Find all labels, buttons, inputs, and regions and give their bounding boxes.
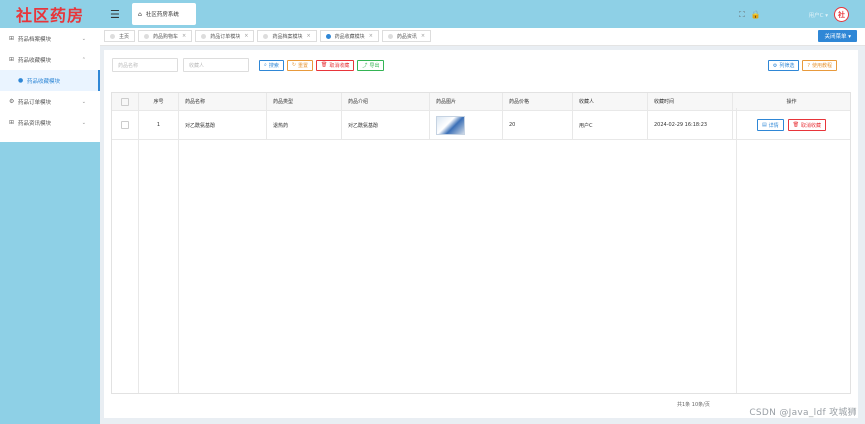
sidebar-subitem-drug-favorite[interactable]: ● 药品收藏模块 bbox=[0, 70, 100, 91]
trash-icon: 🗑 bbox=[792, 122, 800, 128]
row-checkbox[interactable] bbox=[121, 121, 129, 129]
sidebar-item-drug-archive[interactable]: ⊞ 药品档案模块 ⌄ bbox=[0, 28, 100, 49]
cell-name: 对乙酰氨基酚 bbox=[179, 111, 267, 139]
hamburger-menu-icon[interactable]: ☰ bbox=[110, 8, 120, 21]
cell-actions: ▤ 详情 🗑 取消收藏 bbox=[733, 111, 850, 139]
th-user: 收藏人 bbox=[573, 93, 648, 110]
refresh-icon: ↻ bbox=[291, 62, 297, 68]
cell-user: 用户C bbox=[573, 111, 648, 139]
favorite-user-input[interactable]: 收藏人 bbox=[183, 58, 249, 72]
th-actions: 操作 bbox=[733, 93, 850, 110]
help-icon: ? bbox=[807, 62, 810, 69]
detail-button[interactable]: ▤ 详情 bbox=[756, 119, 784, 131]
fullscreen-icon[interactable]: ⛶ bbox=[739, 10, 745, 20]
select-all-cell bbox=[112, 93, 139, 110]
sidebar-item-drug-order[interactable]: ⚙ 药品订单模块 ⌄ bbox=[0, 91, 100, 112]
cell-time: 2024-02-29 16:18:23 bbox=[648, 111, 733, 139]
select-all-checkbox[interactable] bbox=[121, 97, 129, 106]
avatar[interactable]: 社 bbox=[834, 7, 849, 22]
close-icon[interactable]: × bbox=[421, 33, 425, 39]
tab-dot-icon bbox=[144, 33, 150, 39]
cell-price: 20 bbox=[503, 111, 573, 139]
column-filter-button[interactable]: ⚙ 列筛选 bbox=[767, 60, 800, 71]
tab-news[interactable]: 药品资讯 × bbox=[381, 30, 432, 42]
tab-dot-icon bbox=[387, 33, 393, 39]
tab-dot-icon bbox=[263, 33, 269, 39]
cancel-favorite-button[interactable]: 🗑 取消收藏 bbox=[316, 59, 355, 71]
table-row: 1 对乙酰氨基酚 退热药 对乙酰氨基酚 20 用户C 2024-02-29 16… bbox=[112, 111, 850, 140]
tab-dot-icon bbox=[201, 33, 207, 39]
column-divider bbox=[138, 108, 139, 393]
th-price: 药品价格 bbox=[503, 93, 573, 110]
circle-icon: ● bbox=[18, 77, 24, 84]
sidebar-item-drug-news[interactable]: ⊞ 药品资讯模块 ⌄ bbox=[0, 112, 100, 133]
data-table: 序号 药品名称 药品类型 药品介绍 药品图片 药品价格 收藏人 收藏时间 操作 … bbox=[111, 92, 851, 394]
search-button[interactable]: ⌕ 搜索 bbox=[259, 59, 284, 71]
th-type: 药品类型 bbox=[267, 93, 342, 110]
tab-cart[interactable]: 药品购物车 × bbox=[138, 30, 193, 42]
gear-icon: ⚙ bbox=[772, 62, 778, 69]
lock-icon[interactable]: 🔒 bbox=[751, 10, 761, 19]
cell-index: 1 bbox=[139, 111, 179, 139]
th-time: 收藏时间 bbox=[648, 93, 733, 110]
close-icon[interactable]: × bbox=[369, 33, 373, 39]
trash-icon: 🗑 bbox=[321, 62, 328, 68]
close-menu-button[interactable]: 关闭菜单 ▾ bbox=[818, 30, 857, 42]
grid-icon: ⊞ bbox=[9, 56, 15, 63]
chevron-down-icon: ⌄ bbox=[81, 35, 86, 42]
header-actions: ⛶ 🔒 用户C ▾ 社 bbox=[739, 7, 849, 22]
watermark: CSDN @Java_ldf 攻城狮 bbox=[749, 408, 857, 418]
close-icon[interactable]: × bbox=[182, 33, 186, 39]
column-divider bbox=[178, 108, 179, 393]
tab-favorite[interactable]: 药品收藏模块 × bbox=[319, 30, 379, 42]
top-bar: ☰ ⌂ 社区药房系统 ⛶ 🔒 用户C ▾ 社 bbox=[100, 0, 865, 28]
close-icon[interactable]: × bbox=[244, 33, 248, 39]
table-header: 序号 药品名称 药品类型 药品介绍 药品图片 药品价格 收藏人 收藏时间 操作 bbox=[112, 93, 850, 111]
gear-icon: ⚙ bbox=[9, 98, 15, 105]
sidebar-menu: ⊞ 药品档案模块 ⌄ ⊞ 药品收藏模块 ⌃ ● 药品收藏模块 ⚙ 药品订单模块 … bbox=[0, 28, 100, 142]
cell-type: 退热药 bbox=[267, 111, 342, 139]
share-icon: ⤴ bbox=[362, 62, 368, 69]
tab-dot-icon bbox=[325, 33, 331, 39]
row-cancel-favorite-button[interactable]: 🗑 取消收藏 bbox=[787, 119, 827, 131]
th-name: 药品名称 bbox=[179, 93, 267, 110]
home-icon: ⌂ bbox=[138, 10, 142, 18]
search-toolbar: 药品名称 收藏人 ⌕ 搜索 ↻ 重置 🗑 取消收藏 ⤴ 导出 bbox=[112, 58, 387, 72]
app-logo[interactable]: 社区药房 bbox=[0, 0, 100, 28]
doc-icon: ▤ bbox=[761, 122, 767, 128]
tab-archive[interactable]: 药品档案模块 × bbox=[257, 30, 317, 42]
tab-home[interactable]: 主页 bbox=[104, 30, 136, 42]
main-panel: 药品名称 收藏人 ⌕ 搜索 ↻ 重置 🗑 取消收藏 ⤴ 导出 ⚙ 列筛选 ? 使… bbox=[104, 50, 858, 418]
export-button[interactable]: ⤴ 导出 bbox=[357, 59, 385, 71]
drug-image[interactable] bbox=[436, 115, 465, 135]
chevron-down-icon: ⌄ bbox=[81, 98, 86, 105]
home-tab[interactable]: ⌂ 社区药房系统 bbox=[132, 3, 196, 25]
reset-button[interactable]: ↻ 重置 bbox=[286, 59, 314, 71]
tab-order[interactable]: 药品订单模块 × bbox=[195, 30, 255, 42]
cell-image bbox=[430, 111, 503, 139]
th-index: 序号 bbox=[139, 93, 179, 110]
tutorial-button[interactable]: ? 使用教程 bbox=[802, 60, 837, 71]
pagination[interactable]: 共1条 10条/页 bbox=[677, 401, 710, 408]
toolbar-right: ⚙ 列筛选 ? 使用教程 bbox=[767, 60, 840, 71]
cell-intro: 对乙酰氨基酚 bbox=[342, 111, 430, 139]
search-icon: ⌕ bbox=[264, 62, 267, 68]
tab-dot-icon bbox=[110, 33, 115, 39]
tab-strip: 主页 药品购物车 × 药品订单模块 × 药品档案模块 × 药品收藏模块 × 药品… bbox=[100, 28, 865, 46]
grid-icon: ⊞ bbox=[9, 119, 15, 126]
drug-name-input[interactable]: 药品名称 bbox=[112, 58, 178, 72]
user-dropdown[interactable]: 用户C ▾ bbox=[809, 11, 828, 19]
chevron-down-icon: ⌄ bbox=[81, 119, 86, 126]
th-image: 药品图片 bbox=[430, 93, 503, 110]
row-select-cell bbox=[112, 111, 139, 139]
sidebar-item-drug-favorite[interactable]: ⊞ 药品收藏模块 ⌃ bbox=[0, 49, 100, 70]
grid-icon: ⊞ bbox=[9, 35, 15, 42]
close-icon[interactable]: × bbox=[306, 33, 310, 39]
th-intro: 药品介绍 bbox=[342, 93, 430, 110]
column-divider bbox=[736, 108, 737, 393]
chevron-up-icon: ⌃ bbox=[81, 56, 86, 63]
